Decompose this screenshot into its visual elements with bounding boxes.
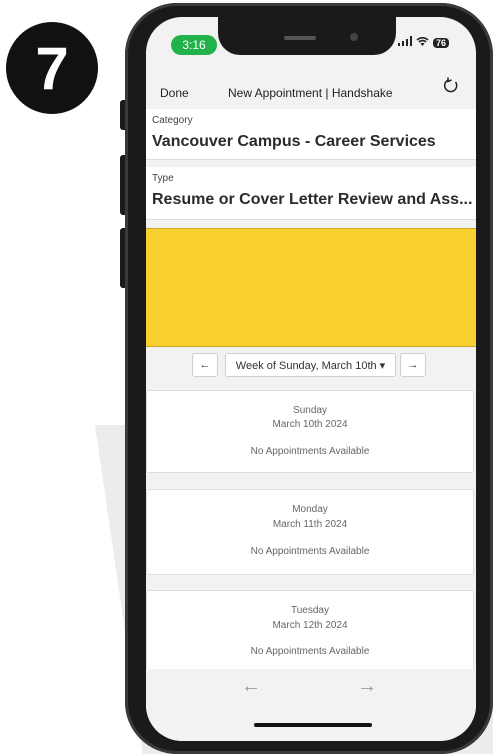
day-date: March 10th 2024 [272,419,348,430]
step-number-badge: 7 [6,22,98,114]
dynamic-island [218,17,396,55]
page-title: New Appointment | Handshake [228,86,393,100]
day-name: Tuesday [291,605,329,616]
day-name: Sunday [293,405,327,416]
category-label: Category [152,115,193,126]
nav-bar: Done New Appointment | Handshake [146,75,476,111]
day-card-sunday: Sunday March 10th 2024 No Appointments A… [146,390,474,473]
type-value: Resume or Cover Letter Review and Ass... [152,191,473,208]
camera-dot [350,33,358,41]
week-dropdown[interactable]: Week of Sunday, March 10th ▾ [225,353,396,377]
week-selector: ← Week of Sunday, March 10th ▾ → [146,353,476,379]
wifi-icon [416,36,429,49]
footer-bar: ← → [146,669,476,741]
phone-screen: 3:16 76 Done New Appointment | Handshake… [146,17,476,741]
refresh-icon[interactable] [442,77,460,101]
type-field[interactable]: Type Resume or Cover Letter Review and A… [146,167,476,220]
prev-week-button[interactable]: ← [192,353,218,377]
category-field[interactable]: Category Vancouver Campus - Career Servi… [146,109,476,160]
day-card-monday: Monday March 11th 2024 No Appointments A… [146,489,474,575]
redaction-block [146,228,476,347]
day-status: No Appointments Available [250,446,370,457]
next-week-button[interactable]: → [400,353,426,377]
status-icons: 76 [398,36,450,49]
signal-icon [398,36,412,49]
speaker-grille [284,36,316,40]
forward-arrow-icon[interactable]: → [357,675,377,698]
day-status: No Appointments Available [250,646,370,657]
category-value: Vancouver Campus - Career Services [152,133,436,150]
battery-indicator: 76 [433,37,450,48]
day-name: Monday [292,504,328,515]
day-card-tuesday: Tuesday March 12th 2024 No Appointments … [146,590,474,676]
day-status: No Appointments Available [250,546,370,557]
day-date: March 12th 2024 [272,620,348,631]
done-button[interactable]: Done [160,86,189,100]
home-indicator [254,723,372,727]
type-label: Type [152,173,174,184]
status-time: 3:16 [171,35,217,55]
back-arrow-icon[interactable]: ← [241,675,261,698]
day-date: March 11th 2024 [272,519,348,530]
